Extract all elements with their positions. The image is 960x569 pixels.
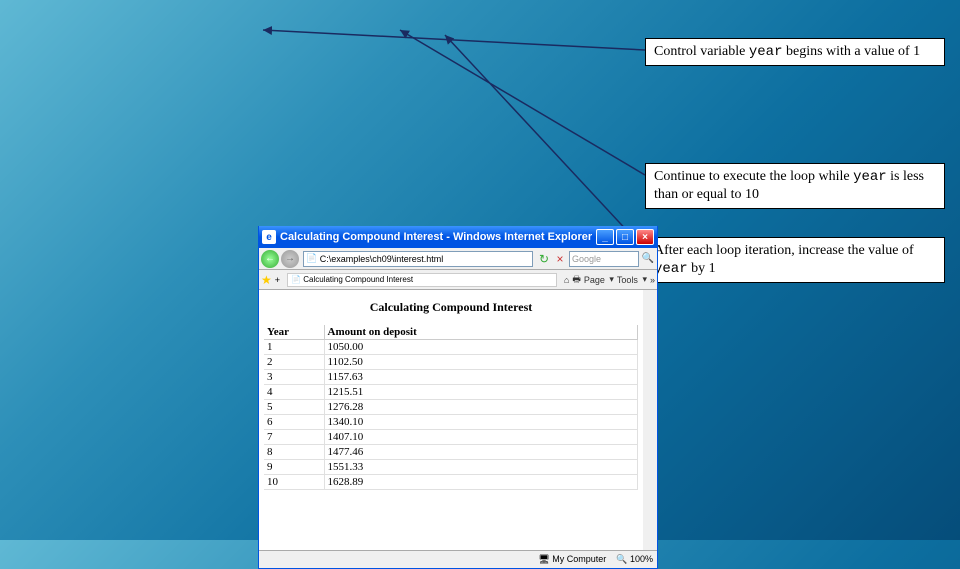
cell-amount: 1157.63: [324, 370, 638, 385]
cell-year: 1: [264, 340, 324, 355]
cell-year: 10: [264, 475, 324, 490]
interest-table: Year Amount on deposit 11050.0021102.503…: [264, 325, 638, 490]
cell-amount: 1050.00: [324, 340, 638, 355]
table-row: 21102.50: [264, 355, 638, 370]
reload-button[interactable]: ↻: [537, 252, 551, 266]
table-row: 51276.28: [264, 400, 638, 415]
tab-page-icon: 📄: [291, 275, 301, 284]
browser-window: e Calculating Compound Interest - Window…: [258, 226, 658, 569]
maximize-button[interactable]: □: [616, 229, 634, 245]
cell-year: 8: [264, 445, 324, 460]
cell-amount: 1628.89: [324, 475, 638, 490]
page-viewport: ▲ ▼ Calculating Compound Interest Year A…: [259, 290, 657, 550]
cell-year: 7: [264, 430, 324, 445]
scroll-up-button[interactable]: ▲: [643, 290, 657, 304]
back-button[interactable]: ←: [261, 250, 279, 268]
table-row: 81477.46: [264, 445, 638, 460]
page-menu[interactable]: Page ▾: [584, 274, 614, 285]
callout-init: Control variable year begins with a valu…: [645, 38, 945, 66]
table-row: 91551.33: [264, 460, 638, 475]
toolbar: ★ + 📄 Calculating Compound Interest ⌂ 🖶 …: [259, 270, 657, 290]
close-button[interactable]: ×: [636, 229, 654, 245]
cell-year: 3: [264, 370, 324, 385]
forward-button[interactable]: →: [281, 250, 299, 268]
toolbar-overflow[interactable]: »: [650, 275, 655, 285]
favorites-icon[interactable]: ★: [261, 273, 272, 287]
callout-condition: Continue to execute the loop while year …: [645, 163, 945, 209]
cell-amount: 1407.10: [324, 430, 638, 445]
scrollbar-track[interactable]: [643, 290, 657, 550]
cell-amount: 1102.50: [324, 355, 638, 370]
table-row: 71407.10: [264, 430, 638, 445]
cell-year: 5: [264, 400, 324, 415]
cell-amount: 1215.51: [324, 385, 638, 400]
address-bar: ← → 📄 C:\examples\ch09\interest.html ↻ ×…: [259, 248, 657, 270]
cell-year: 2: [264, 355, 324, 370]
url-input[interactable]: 📄 C:\examples\ch09\interest.html: [303, 251, 533, 267]
title-bar[interactable]: e Calculating Compound Interest - Window…: [259, 226, 657, 248]
cell-year: 9: [264, 460, 324, 475]
tab[interactable]: 📄 Calculating Compound Interest: [287, 273, 557, 287]
search-go-button[interactable]: 🔍: [641, 252, 655, 266]
add-favorite-icon[interactable]: +: [275, 275, 280, 285]
cell-year: 6: [264, 415, 324, 430]
status-zone: 🖥 My Computer: [538, 554, 606, 565]
print-button[interactable]: 🖶: [572, 272, 581, 288]
table-row: 31157.63: [264, 370, 638, 385]
ie-icon: e: [262, 230, 276, 244]
table-row: 101628.89: [264, 475, 638, 490]
cell-year: 4: [264, 385, 324, 400]
table-row: 11050.00: [264, 340, 638, 355]
page-heading: Calculating Compound Interest: [259, 290, 643, 325]
status-bar: 🖥 My Computer 🔍 100%: [259, 550, 657, 568]
home-button[interactable]: ⌂: [564, 275, 569, 285]
table-row: 61340.10: [264, 415, 638, 430]
search-input[interactable]: Google: [569, 251, 639, 267]
window-title: Calculating Compound Interest - Windows …: [280, 231, 592, 243]
scrollbar-thumb[interactable]: [644, 304, 656, 344]
scroll-down-button[interactable]: ▼: [643, 536, 657, 550]
callout-increment: After each loop iteration, increase the …: [645, 237, 945, 283]
tools-menu[interactable]: Tools ▾: [617, 274, 647, 285]
cell-amount: 1340.10: [324, 415, 638, 430]
table-row: 41215.51: [264, 385, 638, 400]
minimize-button[interactable]: _: [596, 229, 614, 245]
status-zoom[interactable]: 🔍 100%: [616, 554, 653, 565]
col-amount: Amount on deposit: [324, 325, 638, 340]
cell-amount: 1276.28: [324, 400, 638, 415]
stop-button[interactable]: ×: [553, 252, 567, 266]
cell-amount: 1551.33: [324, 460, 638, 475]
cell-amount: 1477.46: [324, 445, 638, 460]
col-year: Year: [264, 325, 324, 340]
page-icon: 📄: [306, 253, 317, 264]
